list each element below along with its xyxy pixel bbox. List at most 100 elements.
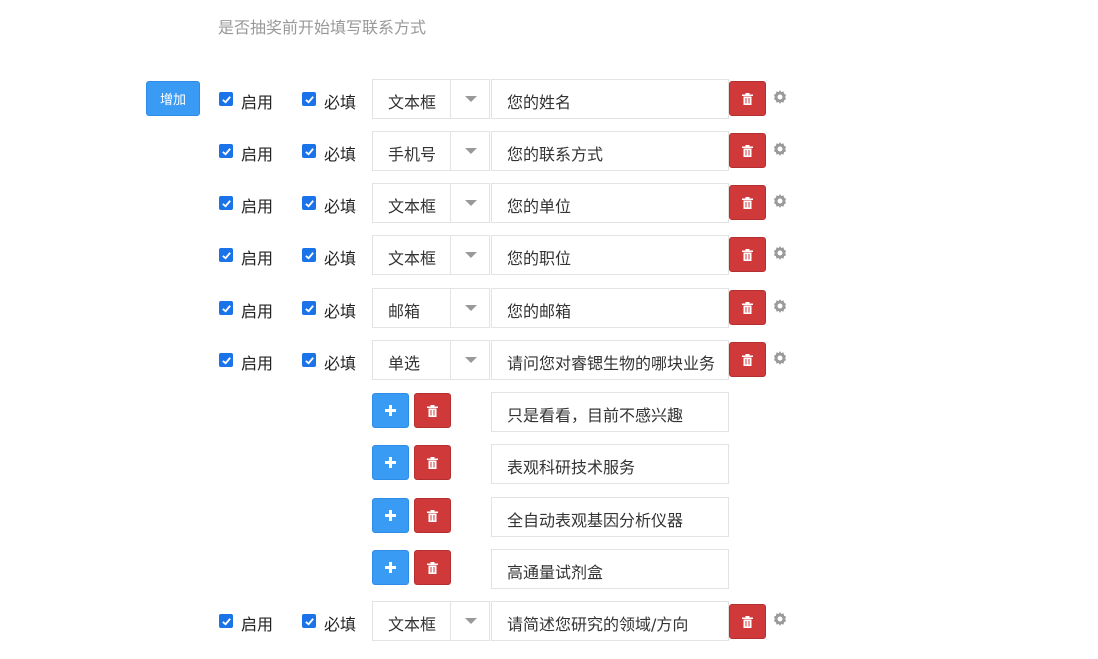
option-input[interactable]: 表观科研技术服务 <box>491 444 729 484</box>
trash-icon <box>742 353 753 366</box>
required-label: 必填 <box>324 302 357 321</box>
trash-icon <box>742 615 753 628</box>
field-type-select[interactable]: 文本框 <box>372 79 490 119</box>
required-label: 必填 <box>324 93 357 112</box>
field-type-value: 文本框 <box>388 93 437 112</box>
trash-icon <box>742 92 753 105</box>
field-row: 启用 必填 文本框 您的姓名 <box>0 79 1098 119</box>
trash-icon <box>427 509 438 522</box>
option-input[interactable]: 全自动表观基因分析仪器 <box>491 497 729 537</box>
add-option-button[interactable] <box>372 445 409 480</box>
field-row: 启用 必填 邮箱 您的邮箱 <box>0 288 1098 328</box>
delete-option-button[interactable] <box>414 445 451 480</box>
enable-label: 启用 <box>241 302 274 321</box>
caret-down-icon <box>465 305 477 311</box>
caret-down-icon <box>465 148 477 154</box>
enable-checkbox[interactable] <box>219 301 233 315</box>
gear-icon[interactable] <box>772 142 788 158</box>
delete-field-button[interactable] <box>729 185 766 220</box>
field-type-select[interactable]: 文本框 <box>372 235 490 275</box>
enable-label: 启用 <box>241 93 274 112</box>
enable-contact-hint: 是否抽奖前开始填写联系方式 <box>218 18 427 37</box>
field-label-input[interactable]: 您的联系方式 <box>491 131 729 171</box>
caret-down-icon <box>465 96 477 102</box>
trash-icon <box>427 456 438 469</box>
plus-icon <box>385 405 396 416</box>
enable-checkbox[interactable] <box>219 248 233 262</box>
delete-option-button[interactable] <box>414 393 451 428</box>
enable-label: 启用 <box>241 354 274 373</box>
gear-icon[interactable] <box>772 194 788 210</box>
add-option-button[interactable] <box>372 498 409 533</box>
required-checkbox[interactable] <box>302 248 316 262</box>
field-type-select[interactable]: 单选 <box>372 340 490 380</box>
add-option-button[interactable] <box>372 550 409 585</box>
option-row: 全自动表观基因分析仪器 <box>0 497 1098 537</box>
option-input[interactable]: 只是看看，目前不感兴趣 <box>491 392 729 432</box>
enable-label: 启用 <box>241 249 274 268</box>
add-option-button[interactable] <box>372 393 409 428</box>
option-input[interactable]: 高通量试剂盒 <box>491 549 729 589</box>
plus-icon <box>385 510 396 521</box>
field-type-select[interactable]: 邮箱 <box>372 288 490 328</box>
gear-icon[interactable] <box>772 90 788 106</box>
required-checkbox[interactable] <box>302 92 316 106</box>
field-label-input[interactable]: 您的单位 <box>491 183 729 223</box>
select-divider <box>450 132 451 170</box>
trash-icon <box>742 144 753 157</box>
trash-icon <box>742 301 753 314</box>
trash-icon <box>427 404 438 417</box>
delete-option-button[interactable] <box>414 498 451 533</box>
enable-label: 启用 <box>241 145 274 164</box>
required-label: 必填 <box>324 249 357 268</box>
required-checkbox[interactable] <box>302 144 316 158</box>
required-checkbox[interactable] <box>302 301 316 315</box>
required-label: 必填 <box>324 354 357 373</box>
required-checkbox[interactable] <box>302 353 316 367</box>
field-label-input[interactable]: 您的职位 <box>491 235 729 275</box>
select-divider <box>450 184 451 222</box>
gear-icon[interactable] <box>772 299 788 315</box>
field-label-input[interactable]: 您的邮箱 <box>491 288 729 328</box>
plus-icon <box>385 457 396 468</box>
field-type-select[interactable]: 文本框 <box>372 183 490 223</box>
delete-field-button[interactable] <box>729 342 766 377</box>
field-row: 启用 必填 单选 请问您对睿锶生物的哪块业务 <box>0 340 1098 380</box>
gear-icon[interactable] <box>772 246 788 262</box>
option-row: 只是看看，目前不感兴趣 <box>0 392 1098 432</box>
enable-label: 启用 <box>241 615 274 634</box>
enable-checkbox[interactable] <box>219 92 233 106</box>
field-type-value: 文本框 <box>388 615 437 634</box>
field-type-value: 手机号 <box>388 145 437 164</box>
enable-checkbox[interactable] <box>219 353 233 367</box>
option-row: 高通量试剂盒 <box>0 549 1098 589</box>
caret-down-icon <box>465 252 477 258</box>
delete-option-button[interactable] <box>414 550 451 585</box>
field-type-select[interactable]: 文本框 <box>372 601 490 641</box>
trash-icon <box>742 248 753 261</box>
field-type-select[interactable]: 手机号 <box>372 131 490 171</box>
enable-checkbox[interactable] <box>219 614 233 628</box>
enable-checkbox[interactable] <box>219 144 233 158</box>
caret-down-icon <box>465 200 477 206</box>
field-label-input[interactable]: 请问您对睿锶生物的哪块业务 <box>491 340 729 380</box>
select-divider <box>450 341 451 379</box>
gear-icon[interactable] <box>772 351 788 367</box>
enable-label: 启用 <box>241 197 274 216</box>
delete-field-button[interactable] <box>729 604 766 639</box>
required-checkbox[interactable] <box>302 614 316 628</box>
enable-checkbox[interactable] <box>219 196 233 210</box>
trash-icon <box>742 196 753 209</box>
option-row: 表观科研技术服务 <box>0 444 1098 484</box>
delete-field-button[interactable] <box>729 290 766 325</box>
select-divider <box>450 236 451 274</box>
delete-field-button[interactable] <box>729 133 766 168</box>
required-label: 必填 <box>324 145 357 164</box>
field-label-input[interactable]: 您的姓名 <box>491 79 729 119</box>
gear-icon[interactable] <box>772 612 788 628</box>
required-checkbox[interactable] <box>302 196 316 210</box>
delete-field-button[interactable] <box>729 81 766 116</box>
required-label: 必填 <box>324 615 357 634</box>
field-label-input[interactable]: 请简述您研究的领域/方向 <box>491 601 729 641</box>
delete-field-button[interactable] <box>729 237 766 272</box>
